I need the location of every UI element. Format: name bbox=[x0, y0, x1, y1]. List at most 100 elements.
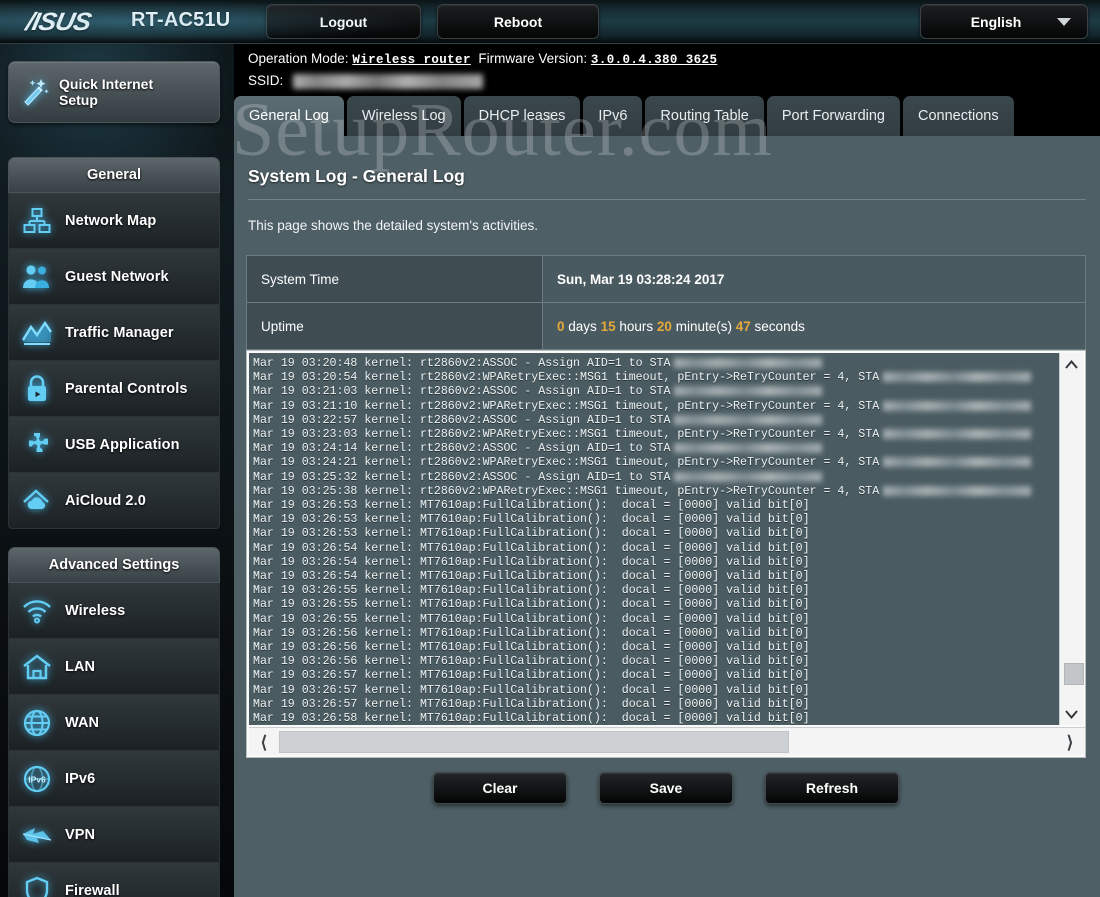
vertical-scroll-track[interactable] bbox=[1062, 375, 1084, 703]
clear-button[interactable]: Clear bbox=[433, 772, 567, 804]
quick-internet-setup-button[interactable]: Quick Internet Setup bbox=[8, 61, 220, 123]
log-line: Mar 19 03:26:56 kernel: MT7610ap:FullCal… bbox=[253, 641, 1061, 655]
wan-icon bbox=[9, 708, 65, 738]
log-line: Mar 19 03:26:55 kernel: MT7610ap:FullCal… bbox=[253, 584, 1061, 598]
sidebar-item-guest-network[interactable]: Guest Network bbox=[8, 249, 220, 305]
scroll-right-arrow-icon[interactable]: ⟩ bbox=[1057, 728, 1083, 756]
log-line-list: Mar 19 03:20:48 kernel: rt2860v2:ASSOC -… bbox=[249, 353, 1061, 725]
log-line-text: Mar 19 03:26:56 kernel: MT7610ap:FullCal… bbox=[253, 641, 810, 655]
log-horizontal-scrollbar[interactable]: ⟨ ⟩ bbox=[249, 727, 1085, 755]
uptime-minutes: 20 bbox=[656, 318, 672, 334]
log-line: Mar 19 03:24:21 kernel: rt2860v2:WPARetr… bbox=[253, 456, 1061, 470]
save-button[interactable]: Save bbox=[599, 772, 733, 804]
network-map-icon bbox=[9, 207, 65, 235]
log-line: Mar 19 03:26:54 kernel: MT7610ap:FullCal… bbox=[253, 570, 1061, 584]
sidebar-item-label: AiCloud 2.0 bbox=[65, 492, 146, 509]
log-line: Mar 19 03:26:57 kernel: MT7610ap:FullCal… bbox=[253, 669, 1061, 683]
sidebar-group-general-title: General bbox=[8, 157, 220, 193]
sidebar-item-label: USB Application bbox=[65, 436, 180, 453]
log-line: Mar 19 03:24:14 kernel: rt2860v2:ASSOC -… bbox=[253, 442, 1061, 456]
parental-controls-icon bbox=[9, 374, 65, 404]
asus-logo: /ISUS bbox=[23, 8, 94, 36]
page-title: System Log - General Log bbox=[248, 166, 465, 186]
ipv6-icon: IPv6 bbox=[9, 764, 65, 794]
traffic-manager-icon bbox=[9, 320, 65, 346]
log-line-text: Mar 19 03:26:55 kernel: MT7610ap:FullCal… bbox=[253, 598, 810, 612]
vpn-icon bbox=[9, 822, 65, 848]
tab-connections[interactable]: Connections bbox=[903, 96, 1014, 136]
tab-wireless-log[interactable]: Wireless Log bbox=[346, 96, 461, 136]
operation-mode-value[interactable]: Wireless router bbox=[352, 53, 471, 67]
scroll-left-arrow-icon[interactable]: ⟨ bbox=[251, 728, 277, 756]
log-line-text: Mar 19 03:26:53 kernel: MT7610ap:FullCal… bbox=[253, 527, 810, 541]
log-line: Mar 19 03:20:54 kernel: rt2860v2:WPARetr… bbox=[253, 371, 1061, 385]
tab-ipv6[interactable]: IPv6 bbox=[583, 96, 643, 136]
log-line: Mar 19 03:21:03 kernel: rt2860v2:ASSOC -… bbox=[253, 385, 1061, 399]
uptime-days-unit: days bbox=[568, 318, 597, 334]
chevron-down-icon bbox=[1057, 17, 1071, 26]
log-line-text: Mar 19 03:26:56 kernel: MT7610ap:FullCal… bbox=[253, 655, 810, 669]
scroll-down-arrow-icon[interactable] bbox=[1060, 703, 1084, 725]
guest-network-icon bbox=[9, 263, 65, 291]
page-description: This page shows the detailed system's ac… bbox=[248, 218, 538, 233]
sidebar-item-wan[interactable]: WAN bbox=[8, 695, 220, 751]
log-line-text: Mar 19 03:21:03 kernel: rt2860v2:ASSOC -… bbox=[253, 385, 671, 399]
sidebar-item-aicloud[interactable]: AiCloud 2.0 bbox=[8, 473, 220, 529]
sidebar-item-usb-application[interactable]: USB Application bbox=[8, 417, 220, 473]
vertical-scroll-thumb[interactable] bbox=[1064, 663, 1084, 685]
language-selector[interactable]: English bbox=[920, 4, 1088, 39]
log-line: Mar 19 03:26:56 kernel: MT7610ap:FullCal… bbox=[253, 627, 1061, 641]
tab-dhcp-leases[interactable]: DHCP leases bbox=[463, 96, 581, 136]
log-line-text: Mar 19 03:26:54 kernel: MT7610ap:FullCal… bbox=[253, 555, 810, 569]
log-vertical-scrollbar[interactable] bbox=[1059, 353, 1084, 725]
log-line-text: Mar 19 03:20:54 kernel: rt2860v2:WPARetr… bbox=[253, 371, 880, 385]
sidebar-group-general: General Network Map Guest Network Traffi… bbox=[8, 157, 220, 529]
firmware-version-value[interactable]: 3.0.0.4.380_3625 bbox=[591, 53, 717, 67]
sidebar-item-vpn[interactable]: VPN bbox=[8, 807, 220, 863]
log-mac-redacted bbox=[883, 485, 1032, 496]
log-line: Mar 19 03:26:55 kernel: MT7610ap:FullCal… bbox=[253, 613, 1061, 627]
scroll-up-arrow-icon[interactable] bbox=[1060, 353, 1084, 375]
operation-mode-line: Operation Mode: Wireless router Firmware… bbox=[248, 51, 717, 67]
log-mac-redacted bbox=[674, 443, 823, 454]
tab-port-forwarding[interactable]: Port Forwarding bbox=[766, 96, 900, 136]
sidebar-item-lan[interactable]: LAN bbox=[8, 639, 220, 695]
log-line: Mar 19 03:26:57 kernel: MT7610ap:FullCal… bbox=[253, 684, 1061, 698]
sidebar-item-label: Network Map bbox=[65, 212, 157, 229]
log-line: Mar 19 03:25:32 kernel: rt2860v2:ASSOC -… bbox=[253, 471, 1061, 485]
reboot-button[interactable]: Reboot bbox=[437, 4, 599, 39]
logout-button[interactable]: Logout bbox=[266, 4, 421, 39]
refresh-button[interactable]: Refresh bbox=[765, 772, 899, 804]
sidebar-group-advanced-title: Advanced Settings bbox=[8, 547, 220, 583]
quick-internet-setup-label: Quick Internet Setup bbox=[59, 76, 154, 108]
system-time-value: Sun, Mar 19 03:28:24 2017 bbox=[542, 255, 1086, 303]
table-row: System Time Sun, Mar 19 03:28:24 2017 bbox=[246, 255, 1086, 303]
log-line-text: Mar 19 03:20:48 kernel: rt2860v2:ASSOC -… bbox=[253, 357, 671, 370]
lan-icon bbox=[9, 653, 65, 681]
log-line-text: Mar 19 03:25:38 kernel: rt2860v2:WPARetr… bbox=[253, 484, 880, 498]
sidebar-item-ipv6[interactable]: IPv6 IPv6 bbox=[8, 751, 220, 807]
log-line-text: Mar 19 03:25:32 kernel: rt2860v2:ASSOC -… bbox=[253, 470, 671, 484]
sidebar-item-traffic-manager[interactable]: Traffic Manager bbox=[8, 305, 220, 361]
log-line: Mar 19 03:23:03 kernel: rt2860v2:WPARetr… bbox=[253, 428, 1061, 442]
log-mac-redacted bbox=[674, 358, 823, 368]
router-admin-page: /ISUS RT-AC51U Logout Reboot English Ope… bbox=[0, 0, 1100, 897]
log-line-text: Mar 19 03:26:58 kernel: MT7610ap:FullCal… bbox=[253, 712, 810, 725]
sidebar-item-label: VPN bbox=[65, 826, 96, 843]
horizontal-scroll-thumb[interactable] bbox=[279, 731, 789, 753]
sidebar-item-parental-controls[interactable]: Parental Controls bbox=[8, 361, 220, 417]
tab-routing-table[interactable]: Routing Table bbox=[645, 96, 764, 136]
magic-wand-icon bbox=[9, 75, 59, 109]
left-sidebar: Quick InternetSetup General Network Map bbox=[0, 44, 234, 897]
uptime-days: 0 bbox=[557, 318, 565, 334]
uptime-hours: 15 bbox=[600, 318, 616, 334]
system-log-textarea[interactable]: Mar 19 03:20:48 kernel: rt2860v2:ASSOC -… bbox=[246, 350, 1086, 758]
sidebar-item-network-map[interactable]: Network Map bbox=[8, 193, 220, 249]
log-mac-redacted bbox=[883, 429, 1032, 440]
log-line: Mar 19 03:21:10 kernel: rt2860v2:WPARetr… bbox=[253, 400, 1061, 414]
sidebar-item-firewall[interactable]: Firewall bbox=[8, 863, 220, 897]
sidebar-item-wireless[interactable]: Wireless bbox=[8, 583, 220, 639]
uptime-hours-unit: hours bbox=[619, 318, 654, 334]
log-mac-redacted bbox=[883, 457, 1032, 468]
tab-general-log[interactable]: General Log bbox=[234, 96, 344, 136]
